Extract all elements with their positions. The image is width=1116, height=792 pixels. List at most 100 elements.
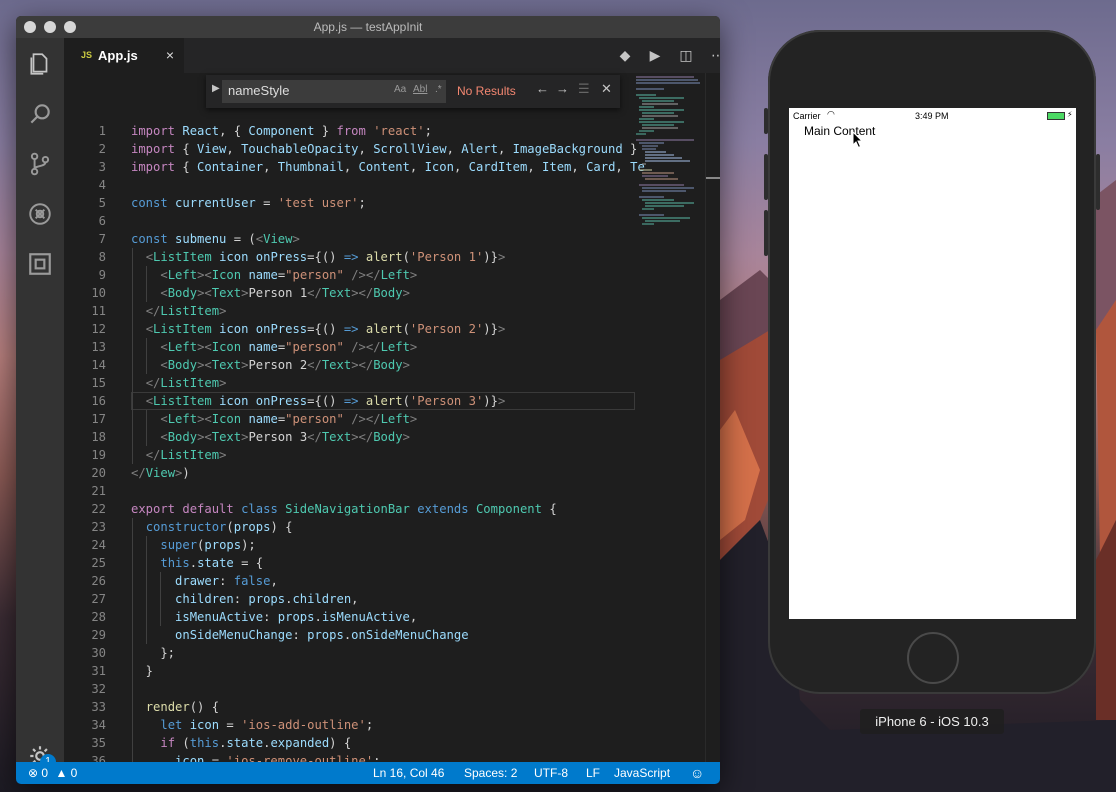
line-number: 30 <box>91 646 106 660</box>
code-line[interactable]: <Body><Text>Person 1</Text></Body> <box>131 284 410 302</box>
code-line[interactable]: import { View, TouchableOpacity, ScrollV… <box>131 140 637 158</box>
close-tab-icon[interactable]: × <box>166 38 174 73</box>
line-number: 28 <box>91 610 106 624</box>
minimize-window-button[interactable] <box>44 21 56 33</box>
encoding[interactable]: UTF-8 <box>534 762 568 784</box>
clock: 3:49 PM <box>915 111 949 121</box>
line-number: 10 <box>91 286 106 300</box>
mouse-cursor-icon <box>852 131 864 149</box>
code-line[interactable]: } <box>131 662 153 680</box>
code-line[interactable]: <Body><Text>Person 3</Text></Body> <box>131 428 410 446</box>
status-bar: ⊗ 0 ▲ 0 Ln 16, Col 46 Spaces: 2 UTF-8 LF… <box>16 762 720 784</box>
match-word-toggle[interactable]: Abl <box>413 84 427 95</box>
code-editor[interactable]: ▶ nameStyle Aa Abl .* No Results ← → ☰ ✕… <box>64 73 720 784</box>
find-result-status: No Results <box>457 84 516 98</box>
code-line[interactable]: <Left><Icon name="person" /></Left> <box>131 410 417 428</box>
code-line[interactable]: children: props.children, <box>131 590 358 608</box>
error-icon: ⊗ <box>28 766 39 780</box>
line-number: 9 <box>98 268 106 282</box>
code-line[interactable]: isMenuActive: props.isMenuActive, <box>131 608 417 626</box>
code-line[interactable]: const submenu = (<View> <box>131 230 300 248</box>
code-line[interactable]: let icon = 'ios-add-outline'; <box>131 716 373 734</box>
toggle-replace-chevron-icon[interactable]: ▶ <box>212 83 220 94</box>
line-number: 24 <box>91 538 106 552</box>
maximize-window-button[interactable] <box>64 21 76 33</box>
code-line[interactable]: </ListItem> <box>131 374 227 392</box>
code-line[interactable]: }; <box>131 644 175 662</box>
explorer-icon[interactable] <box>16 40 64 88</box>
home-button[interactable] <box>907 632 959 684</box>
regex-toggle[interactable]: .* <box>435 84 442 95</box>
extensions-icon[interactable] <box>16 240 64 288</box>
split-editor-icon[interactable]: ◫ <box>675 38 697 73</box>
main-content-text: Main Content <box>804 124 876 138</box>
close-window-button[interactable] <box>24 21 36 33</box>
line-number: 11 <box>91 304 106 318</box>
code-line[interactable]: const currentUser = 'test user'; <box>131 194 366 212</box>
code-line[interactable]: this.state = { <box>131 554 263 572</box>
window-title: App.js — testAppInit <box>313 20 423 34</box>
previous-match-icon[interactable]: ← <box>536 81 549 96</box>
git-compare-icon[interactable]: ◆ <box>614 38 636 73</box>
carrier-label: Carrier <box>793 111 821 121</box>
match-case-toggle[interactable]: Aa <box>394 84 406 95</box>
simulator-screen[interactable]: Carrier ◠ 3:49 PM ⚡ Main Content <box>789 108 1076 619</box>
line-number: 15 <box>91 376 106 390</box>
line-number: 1 <box>98 124 106 138</box>
line-number: 16 <box>91 394 106 408</box>
tab-app-js[interactable]: JS App.js × <box>64 38 184 73</box>
search-icon[interactable] <box>16 90 64 138</box>
debug-icon[interactable] <box>16 190 64 238</box>
code-line[interactable]: super(props); <box>131 536 255 554</box>
line-number: 5 <box>98 196 106 210</box>
cursor-position[interactable]: Ln 16, Col 46 <box>373 762 444 784</box>
code-line[interactable]: <ListItem icon onPress={() => alert('Per… <box>131 392 506 410</box>
code-line[interactable]: <ListItem icon onPress={() => alert('Per… <box>131 320 506 338</box>
minimap[interactable] <box>634 73 700 273</box>
tab-bar: JS App.js × ◆ ▶ ◫ ⋯ <box>64 38 720 73</box>
find-widget: ▶ nameStyle Aa Abl .* No Results ← → ☰ ✕ <box>206 75 620 108</box>
problems-indicator[interactable]: ⊗ 0 ▲ 0 <box>28 762 77 784</box>
close-find-icon[interactable]: ✕ <box>601 81 612 97</box>
code-line[interactable]: <Left><Icon name="person" /></Left> <box>131 338 417 356</box>
language-mode[interactable]: JavaScript <box>614 762 670 784</box>
line-number: 4 <box>98 178 106 192</box>
volume-up-button <box>764 154 768 200</box>
find-in-selection-icon[interactable]: ☰ <box>578 81 590 97</box>
code-line[interactable]: </ListItem> <box>131 446 227 464</box>
code-line[interactable]: drawer: false, <box>131 572 278 590</box>
feedback-smiley-icon[interactable]: ☺ <box>690 762 704 784</box>
code-line[interactable]: constructor(props) { <box>131 518 293 536</box>
volume-down-button <box>764 210 768 256</box>
code-line[interactable]: export default class SideNavigationBar e… <box>131 500 557 518</box>
line-number: 25 <box>91 556 106 570</box>
line-number: 31 <box>91 664 106 678</box>
code-line[interactable]: <Body><Text>Person 2</Text></Body> <box>131 356 410 374</box>
source-control-icon[interactable] <box>16 140 64 188</box>
next-match-icon[interactable]: → <box>556 81 569 96</box>
code-line[interactable]: </ListItem> <box>131 302 227 320</box>
code-line[interactable]: onSideMenuChange: props.onSideMenuChange <box>131 626 469 644</box>
battery-icon <box>1047 112 1065 120</box>
title-bar: App.js — testAppInit <box>16 16 720 38</box>
code-line[interactable]: import { Container, Thumbnail, Content, … <box>131 158 645 176</box>
vertical-scrollbar[interactable] <box>705 73 720 762</box>
scrollbar-cursor-marker <box>706 177 720 179</box>
line-number: 22 <box>91 502 106 516</box>
line-number: 3 <box>98 160 106 174</box>
mute-switch <box>764 108 768 134</box>
run-icon[interactable]: ▶ <box>644 38 666 73</box>
more-actions-icon[interactable]: ⋯ <box>707 38 720 73</box>
line-number: 26 <box>91 574 106 588</box>
indentation[interactable]: Spaces: 2 <box>464 762 517 784</box>
code-line[interactable]: </View>) <box>131 464 190 482</box>
end-of-line[interactable]: LF <box>586 762 600 784</box>
code-line[interactable]: if (this.state.expanded) { <box>131 734 351 752</box>
code-line[interactable]: render() { <box>131 698 219 716</box>
wifi-icon: ◠ <box>827 109 835 119</box>
line-number: 14 <box>91 358 106 372</box>
code-line[interactable]: import React, { Component } from 'react'… <box>131 122 432 140</box>
code-line[interactable]: <Left><Icon name="person" /></Left> <box>131 266 417 284</box>
line-number: 20 <box>91 466 106 480</box>
code-line[interactable]: <ListItem icon onPress={() => alert('Per… <box>131 248 506 266</box>
